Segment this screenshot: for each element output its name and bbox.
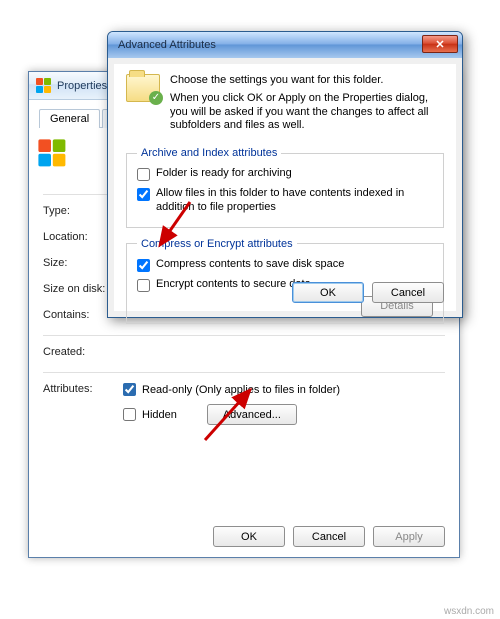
readonly-checkbox[interactable] <box>123 383 136 396</box>
compress-label: Compress contents to save disk space <box>156 258 344 272</box>
advanced-cancel-button[interactable]: Cancel <box>372 282 444 303</box>
annotation-arrow-compress <box>155 200 195 250</box>
hidden-checkbox[interactable] <box>123 408 136 421</box>
compress-encrypt-group: Compress or Encrypt attributes Compress … <box>126 238 444 324</box>
window-icon <box>35 78 51 94</box>
properties-cancel-button[interactable]: Cancel <box>293 526 365 547</box>
advanced-titlebar[interactable]: Advanced Attributes ✕ <box>108 32 462 58</box>
folder-settings-icon <box>126 74 160 137</box>
allow-index-label: Allow files in this folder to have conte… <box>156 187 433 215</box>
allow-index-checkbox[interactable] <box>137 188 150 201</box>
advanced-title: Advanced Attributes <box>118 39 216 51</box>
advanced-footer: OK Cancel <box>292 282 444 303</box>
watermark: wsxdn.com <box>444 606 494 617</box>
close-button[interactable]: ✕ <box>422 35 458 53</box>
properties-footer: OK Cancel Apply <box>213 526 445 547</box>
advanced-ok-button[interactable]: OK <box>292 282 364 303</box>
archive-ready-checkbox[interactable] <box>137 168 150 181</box>
properties-ok-button[interactable]: OK <box>213 526 285 547</box>
hidden-label: Hidden <box>142 409 177 421</box>
compress-checkbox[interactable] <box>137 259 150 272</box>
archive-ready-label: Folder is ready for archiving <box>156 167 292 181</box>
advanced-attributes-dialog: Advanced Attributes ✕ Choose the setting… <box>107 31 463 318</box>
archive-index-legend: Archive and Index attributes <box>137 147 281 159</box>
tab-general[interactable]: General <box>39 109 100 128</box>
close-icon: ✕ <box>435 38 444 51</box>
advanced-intro-1: Choose the settings you want for this fo… <box>170 74 444 88</box>
properties-title: Properties <box>57 80 107 92</box>
folder-type-icon <box>43 144 75 176</box>
annotation-arrow-advanced <box>200 385 260 445</box>
encrypt-checkbox[interactable] <box>137 279 150 292</box>
advanced-body: Choose the settings you want for this fo… <box>114 64 456 311</box>
encrypt-label: Encrypt contents to secure data <box>156 278 311 292</box>
properties-apply-button[interactable]: Apply <box>373 526 445 547</box>
label-attributes: Attributes: <box>43 383 123 395</box>
label-created: Created: <box>43 346 123 358</box>
advanced-intro-2: When you click OK or Apply on the Proper… <box>170 92 444 133</box>
